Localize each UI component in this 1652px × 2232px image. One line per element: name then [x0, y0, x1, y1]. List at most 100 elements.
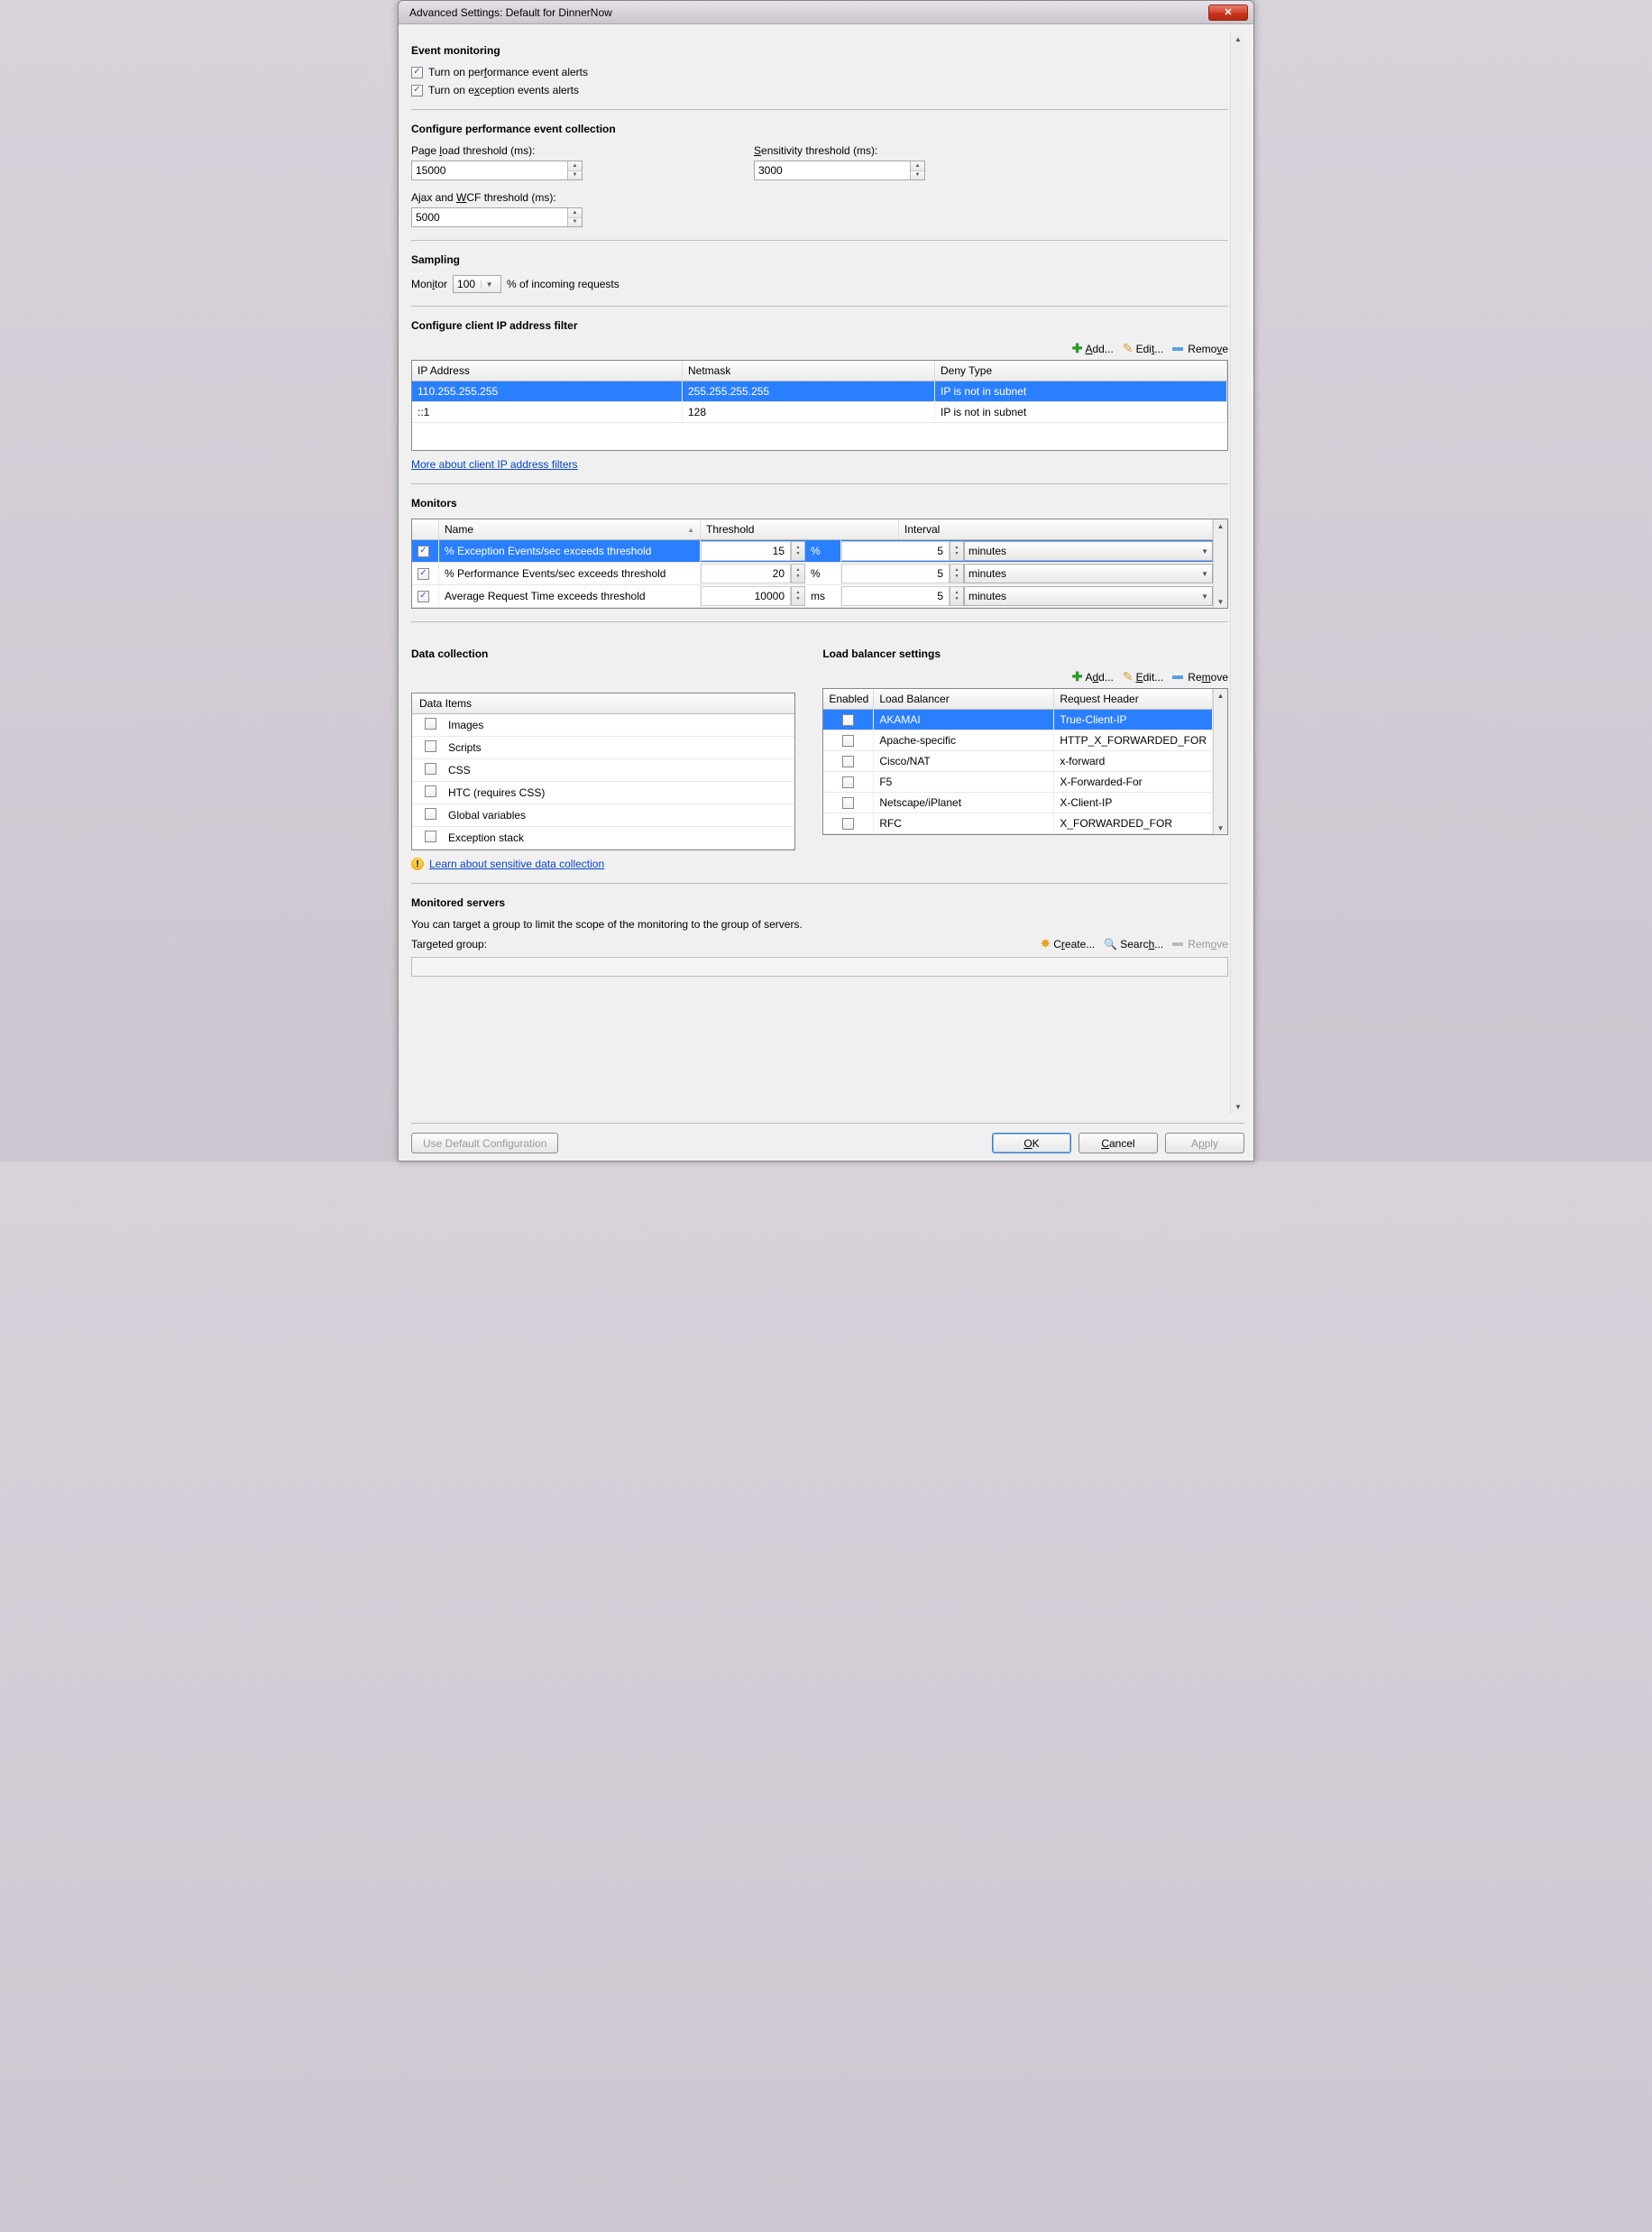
create-button[interactable]: ✸Create... — [1041, 936, 1096, 951]
lb-row[interactable]: Netscape/iPlanetX-Client-IP — [823, 793, 1213, 813]
monitor-checkbox[interactable] — [418, 546, 429, 557]
threshold-spin[interactable]: ▲▼ — [791, 586, 805, 606]
data-item-row[interactable]: CSS — [412, 759, 794, 782]
ip-row[interactable]: ::1128IP is not in subnet — [412, 402, 1227, 423]
lb-remove-button[interactable]: Remove — [1172, 669, 1228, 684]
lb-scrollbar[interactable]: ▲ ▼ — [1213, 689, 1227, 834]
page-load-input[interactable] — [412, 161, 567, 179]
ip-remove-button[interactable]: Remove — [1172, 341, 1228, 356]
sensitive-data-link[interactable]: Learn about sensitive data collection — [429, 858, 604, 870]
ip-row[interactable]: 110.255.255.255255.255.255.255IP is not … — [412, 381, 1227, 402]
sensitivity-spinbox[interactable]: ▲▼ — [754, 161, 925, 180]
data-item-row[interactable]: Images — [412, 714, 794, 737]
cancel-button[interactable]: Cancel — [1078, 1133, 1158, 1153]
data-item-checkbox[interactable] — [425, 808, 436, 820]
lb-row[interactable]: Apache-specificHTTP_X_FORWARDED_FOR — [823, 730, 1213, 751]
targeted-group-input — [411, 957, 1228, 977]
threshold-input[interactable]: 15 — [701, 541, 791, 561]
page-load-spinbox[interactable]: ▲▼ — [411, 161, 583, 180]
ip-filter-grid[interactable]: IP Address Netmask Deny Type 110.255.255… — [411, 360, 1228, 451]
lb-enabled-checkbox[interactable] — [842, 797, 854, 809]
sort-asc-icon: ▲ — [687, 526, 694, 534]
data-item-checkbox[interactable] — [425, 831, 436, 842]
remove-icon — [1172, 675, 1183, 679]
data-item-checkbox[interactable] — [425, 785, 436, 797]
col-lb-name[interactable]: Load Balancer — [874, 689, 1054, 709]
interval-spin[interactable]: ▲▼ — [950, 586, 964, 606]
interval-spin[interactable]: ▲▼ — [950, 564, 964, 583]
threshold-spin[interactable]: ▲▼ — [791, 564, 805, 583]
exception-alerts-checkbox[interactable] — [411, 85, 423, 96]
col-ip[interactable]: IP Address — [412, 361, 683, 381]
lb-header-value: X-Client-IP — [1054, 793, 1213, 813]
col-threshold[interactable]: Threshold — [701, 519, 899, 539]
ajax-input[interactable] — [412, 208, 567, 226]
ip-edit-button[interactable]: ✎Edit... — [1123, 341, 1163, 356]
lb-header-value: x-forward — [1054, 751, 1213, 771]
interval-spin[interactable]: ▲▼ — [950, 541, 964, 561]
lb-edit-button[interactable]: ✎Edit... — [1123, 669, 1163, 684]
search-icon: 🔍 — [1104, 938, 1117, 951]
col-request-header[interactable]: Request Header — [1054, 689, 1213, 709]
monitors-grid[interactable]: Name▲ Threshold Interval % Exception Eve… — [411, 519, 1228, 609]
sampling-value: 100 — [457, 278, 475, 290]
lb-row[interactable]: AKAMAITrue-Client-IP — [823, 710, 1213, 730]
sensitivity-input[interactable] — [755, 161, 910, 179]
lb-enabled-checkbox[interactable] — [842, 818, 854, 830]
interval-unit-dropdown[interactable]: minutes▼ — [964, 541, 1213, 561]
ok-button[interactable]: OK — [992, 1133, 1071, 1153]
perf-alerts-checkbox[interactable] — [411, 67, 423, 78]
monitor-row[interactable]: % Performance Events/sec exceeds thresho… — [412, 563, 1213, 585]
lb-enabled-checkbox[interactable] — [842, 735, 854, 747]
threshold-input[interactable]: 20 — [701, 564, 791, 583]
search-button[interactable]: 🔍Search... — [1104, 936, 1163, 951]
monitor-row[interactable]: Average Request Time exceeds threshold10… — [412, 585, 1213, 608]
col-mask[interactable]: Netmask — [683, 361, 935, 381]
lb-add-button[interactable]: ✚Add... — [1072, 669, 1114, 684]
load-balancer-grid[interactable]: Enabled Load Balancer Request Header AKA… — [822, 688, 1228, 835]
data-item-row[interactable]: Exception stack — [412, 827, 794, 850]
data-items-table[interactable]: Data Items ImagesScriptsCSSHTC (requires… — [411, 693, 795, 850]
interval-input[interactable]: 5 — [841, 564, 950, 583]
data-item-row[interactable]: HTC (requires CSS) — [412, 782, 794, 804]
interval-unit-dropdown[interactable]: minutes▼ — [964, 586, 1213, 606]
monitor-row[interactable]: % Exception Events/sec exceeds threshold… — [412, 540, 1213, 563]
close-button[interactable]: ✕ — [1208, 5, 1248, 21]
interval-input[interactable]: 5 — [841, 586, 950, 606]
lb-header-value: HTTP_X_FORWARDED_FOR — [1054, 730, 1213, 750]
ip-more-link[interactable]: More about client IP address filters — [411, 458, 578, 471]
interval-input[interactable]: 5 — [841, 541, 950, 561]
lb-row[interactable]: Cisco/NATx-forward — [823, 751, 1213, 772]
data-item-label: CSS — [448, 760, 471, 780]
sensitivity-spin-buttons[interactable]: ▲▼ — [910, 161, 924, 179]
remove-icon — [1172, 942, 1183, 946]
lb-row[interactable]: RFCX_FORWARDED_FOR — [823, 813, 1213, 834]
interval-unit-dropdown[interactable]: minutes▼ — [964, 564, 1213, 583]
col-enabled[interactable]: Enabled — [823, 689, 874, 709]
threshold-spin[interactable]: ▲▼ — [791, 541, 805, 561]
sampling-dropdown[interactable]: 100 ▼ — [453, 275, 501, 293]
lb-enabled-checkbox[interactable] — [842, 776, 854, 788]
data-item-checkbox[interactable] — [425, 763, 436, 775]
threshold-input[interactable]: 10000 — [701, 586, 791, 606]
data-item-row[interactable]: Global variables — [412, 804, 794, 827]
monitor-checkbox[interactable] — [418, 568, 429, 580]
data-item-checkbox[interactable] — [425, 718, 436, 730]
section-sampling-title: Sampling — [411, 253, 1228, 266]
lb-row[interactable]: F5X-Forwarded-For — [823, 772, 1213, 793]
ajax-spinbox[interactable]: ▲▼ — [411, 207, 583, 227]
ip-add-button[interactable]: ✚Add... — [1072, 341, 1114, 356]
page-load-spin-buttons[interactable]: ▲▼ — [567, 161, 582, 179]
col-interval[interactable]: Interval — [899, 519, 1213, 539]
pane-scrollbar[interactable]: ▲ ▼ — [1230, 32, 1244, 1114]
monitor-checkbox[interactable] — [418, 591, 429, 602]
data-item-row[interactable]: Scripts — [412, 737, 794, 759]
lb-enabled-checkbox[interactable] — [842, 756, 854, 767]
data-item-checkbox[interactable] — [425, 740, 436, 752]
lb-enabled-checkbox[interactable] — [842, 714, 854, 726]
data-item-label: Exception stack — [448, 828, 524, 848]
monitors-scrollbar[interactable]: ▲ ▼ — [1213, 519, 1227, 608]
ajax-spin-buttons[interactable]: ▲▼ — [567, 208, 582, 226]
col-name[interactable]: Name▲ — [439, 519, 701, 539]
col-deny[interactable]: Deny Type — [935, 361, 1227, 381]
